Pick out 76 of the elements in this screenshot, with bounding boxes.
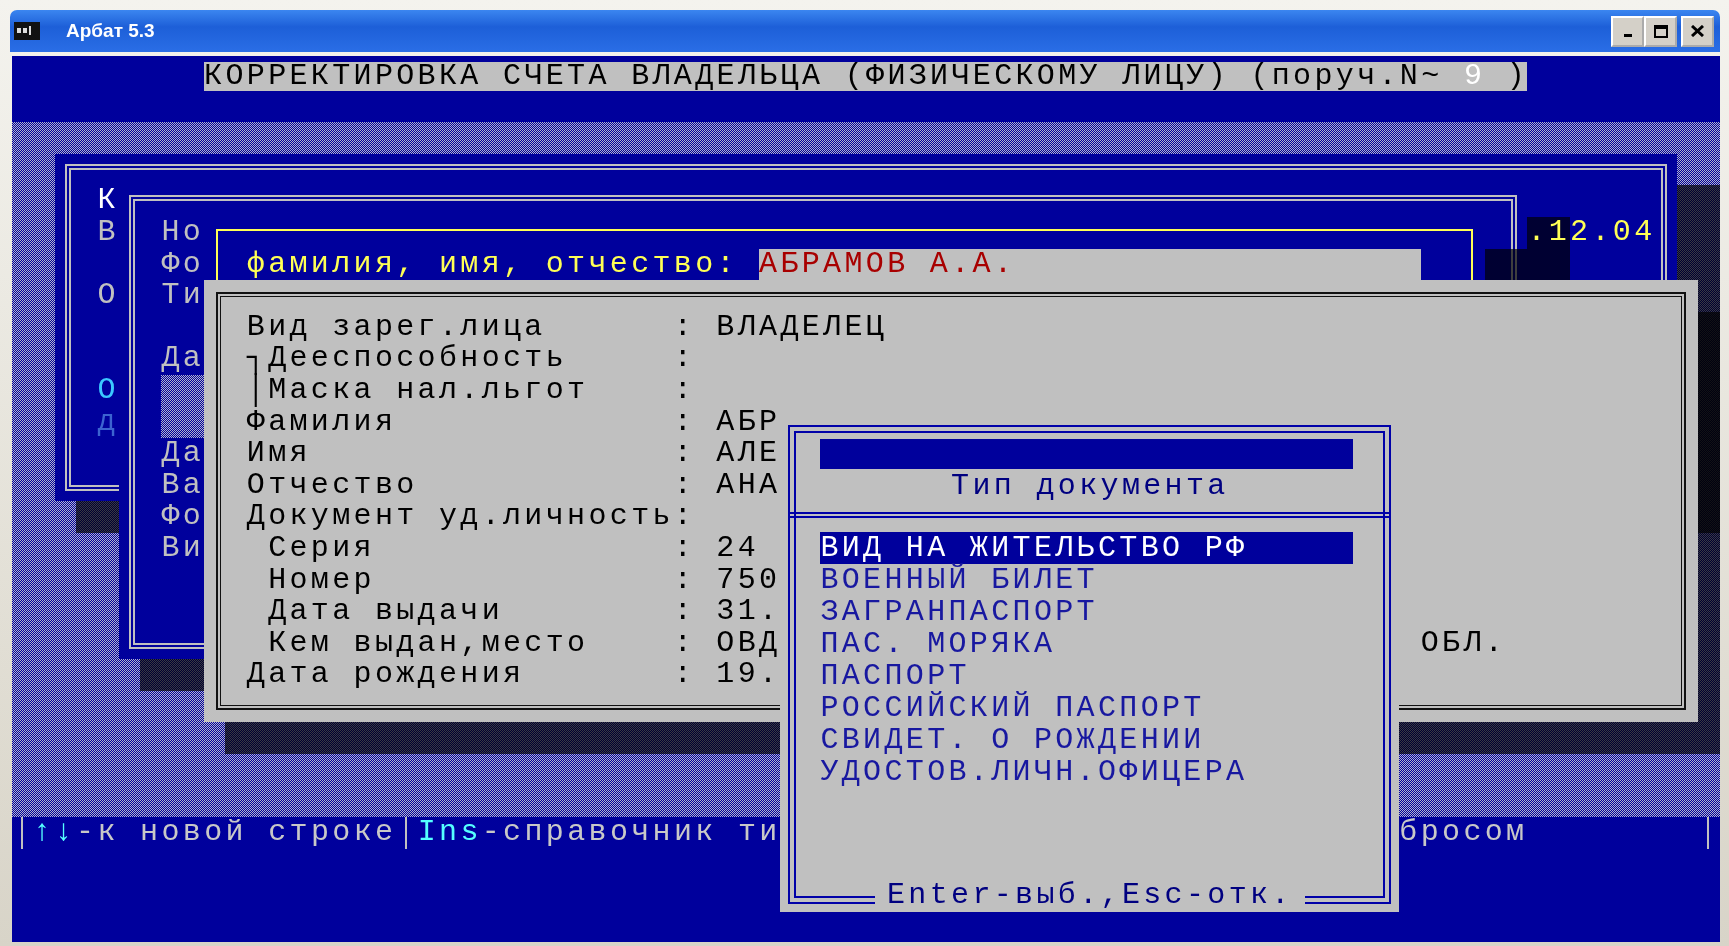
- close-button[interactable]: [1681, 15, 1714, 47]
- field-label: д: [97, 406, 119, 439]
- field-label: Фо: [161, 501, 205, 533]
- field-value: 31.: [716, 596, 781, 628]
- minimize-icon: [1623, 33, 1632, 37]
- popup-title: Тип документа: [951, 470, 1229, 503]
- list-item[interactable]: РОССИЙСКИЙ ПАСПОРТ: [820, 692, 1354, 725]
- field-label: В: [97, 216, 119, 249]
- console-icon: [14, 22, 40, 40]
- hint-text: -к новой строке: [76, 817, 397, 849]
- maximize-button[interactable]: [1644, 15, 1677, 47]
- list-item[interactable]: ВИД НА ЖИТЕЛЬСТВО РФ: [820, 532, 1354, 565]
- key-hint: ↑↓: [33, 817, 77, 849]
- name-label: фамилия, имя, отчество:: [246, 248, 738, 281]
- field-label: Ва: [161, 469, 205, 502]
- field-value: АБР: [716, 406, 781, 439]
- colon: :: [673, 627, 695, 660]
- colon: :: [673, 374, 695, 407]
- colon: :: [673, 501, 695, 533]
- list-item[interactable]: УДОСТОВ.ЛИЧН.ОФИЦЕРА: [820, 756, 1354, 789]
- field-value: ОВД: [716, 627, 781, 660]
- colon: :: [673, 438, 695, 470]
- field-label: О: [97, 374, 119, 407]
- dither-patch: [161, 374, 205, 439]
- colon: :: [673, 311, 695, 344]
- field-label: Но: [161, 216, 205, 249]
- window-title: Арбат 5.3: [66, 20, 155, 42]
- hint-text: бросом: [1399, 817, 1528, 849]
- search-field[interactable]: [820, 438, 1354, 469]
- colon: :: [673, 596, 695, 628]
- field-label: Да: [161, 438, 205, 470]
- list-item[interactable]: СВИДЕТ. О РОЖДЕНИИ: [820, 724, 1354, 757]
- field-label: К: [97, 185, 119, 217]
- header-title: КОРРЕКТИРОВКА СЧЕТА ВЛАДЕЛЬЦА (ФИЗИЧЕСКОМУ ЛИЦУ) (поруч.N~: [204, 62, 1443, 91]
- field-label: Фамилия: [246, 406, 397, 439]
- field-label: Имя: [246, 438, 311, 470]
- field-label: О: [97, 280, 119, 312]
- field-label: Отчество: [246, 469, 418, 502]
- field-value: 24: [716, 532, 760, 565]
- field-label: ┐Дееспособность: [246, 343, 568, 375]
- colon: :: [673, 343, 695, 375]
- list-item[interactable]: ВОЕННЫЙ БИЛЕТ: [820, 564, 1354, 597]
- maximize-icon: [1653, 24, 1668, 38]
- field-label: Дата рождения: [246, 659, 525, 691]
- field-label: Да: [161, 343, 205, 375]
- field-label: Кем выдан,место: [268, 627, 589, 660]
- hint-text: -справочник ти: [481, 817, 781, 849]
- list-item[interactable]: ПАС. МОРЯКА: [820, 628, 1354, 661]
- field-label: │Маска нал.льгот: [246, 374, 589, 407]
- field-label: Ви: [161, 532, 205, 565]
- field-value: АНА: [716, 469, 781, 502]
- field-label: Ти: [161, 280, 205, 312]
- colon: :: [673, 469, 695, 502]
- field-label: Вид зарег.лица: [246, 311, 546, 344]
- field-label: Серия: [268, 532, 375, 565]
- key-hint: Ins: [417, 817, 482, 849]
- colon: :: [673, 564, 695, 597]
- field-label: Номер: [268, 564, 375, 597]
- date-value: .12.04: [1527, 216, 1656, 249]
- colon: :: [673, 532, 695, 565]
- field-label: Фо: [161, 248, 205, 281]
- list-item[interactable]: ЗАГРАНПАСПОРТ: [820, 596, 1354, 629]
- colon: :: [673, 406, 695, 439]
- header-closing: ): [1506, 62, 1528, 91]
- field-label: Дата выдачи: [268, 596, 503, 628]
- field-value: АЛЕ: [716, 438, 781, 470]
- field-value: 750: [716, 564, 781, 597]
- field-value: ВЛАДЕЛЕЦ: [716, 311, 888, 344]
- minimize-button[interactable]: [1611, 15, 1644, 47]
- field-label: Документ уд.личность: [246, 501, 674, 533]
- field-value: 19.: [716, 659, 781, 691]
- colon: :: [673, 659, 695, 691]
- name-value: АБРАМОВ А.А.: [759, 248, 1421, 281]
- order-number: 9: [1463, 62, 1486, 91]
- close-icon: [1691, 25, 1704, 37]
- field-value: ОБЛ.: [1420, 627, 1507, 660]
